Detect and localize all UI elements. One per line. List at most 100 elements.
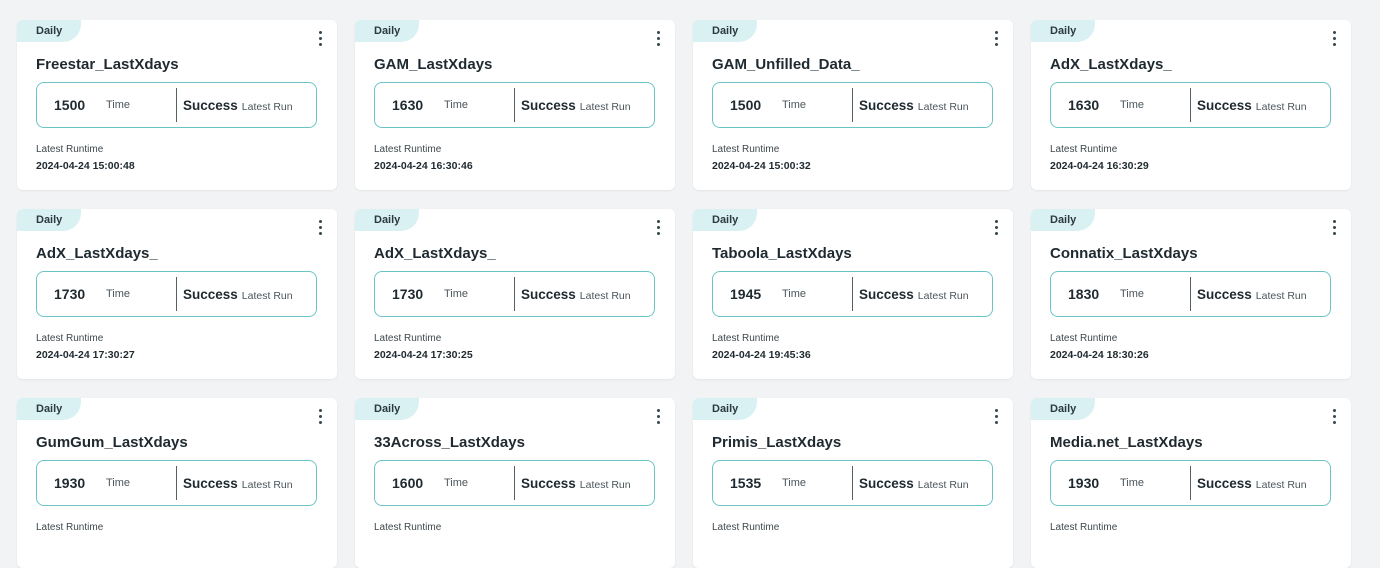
run-status-label: Latest Run	[1255, 100, 1307, 113]
more-vertical-icon[interactable]	[1327, 28, 1341, 48]
schedule-time: 1500 Time	[713, 88, 853, 122]
latest-runtime-label: Latest Runtime	[36, 522, 104, 533]
latest-run: Success Latest Run	[515, 287, 631, 302]
more-vertical-icon[interactable]	[313, 217, 327, 237]
run-status: Success	[1197, 475, 1252, 491]
latest-runtime-label: Latest Runtime	[712, 144, 780, 155]
latest-runtime-label: Latest Runtime	[1050, 333, 1118, 344]
latest-runtime-value: 2024-04-24 17:30:25	[374, 349, 473, 361]
kebab-dot	[1332, 408, 1336, 412]
more-vertical-icon[interactable]	[313, 28, 327, 48]
time-value: 1730	[392, 286, 424, 302]
run-status: Success	[183, 286, 238, 302]
latest-run: Success Latest Run	[1191, 98, 1307, 113]
more-vertical-icon[interactable]	[651, 28, 665, 48]
latest-runtime-value: 2024-04-24 15:00:48	[36, 160, 135, 172]
job-card[interactable]: Daily Connatix_LastXdays 1830 Time Succe…	[1031, 209, 1351, 379]
run-summary-box: 1830 Time Success Latest Run	[1050, 271, 1331, 317]
run-status-label: Latest Run	[579, 478, 631, 491]
time-label: Time	[444, 99, 469, 111]
kebab-dot	[1332, 225, 1336, 229]
kebab-dot	[1332, 42, 1336, 46]
frequency-badge: Daily	[17, 209, 81, 231]
more-vertical-icon[interactable]	[989, 406, 1003, 426]
job-card[interactable]: Daily 33Across_LastXdays 1600 Time Succe…	[355, 398, 675, 568]
job-card[interactable]: Daily Primis_LastXdays 1535 Time Success…	[693, 398, 1013, 568]
time-label: Time	[444, 288, 469, 300]
time-value: 1930	[54, 475, 86, 491]
run-status: Success	[1197, 97, 1252, 113]
run-status-label: Latest Run	[241, 289, 293, 302]
frequency-badge: Daily	[693, 398, 757, 420]
more-vertical-icon[interactable]	[989, 28, 1003, 48]
latest-runtime-value: 2024-04-24 15:00:32	[712, 160, 811, 172]
time-label: Time	[782, 288, 807, 300]
time-label: Time	[1120, 288, 1145, 300]
run-status: Success	[521, 286, 576, 302]
time-label: Time	[782, 99, 807, 111]
more-vertical-icon[interactable]	[1327, 217, 1341, 237]
run-status: Success	[183, 475, 238, 491]
more-vertical-icon[interactable]	[989, 217, 1003, 237]
kebab-dot	[1332, 231, 1336, 235]
run-status: Success	[521, 97, 576, 113]
kebab-dot	[994, 30, 998, 34]
schedule-time: 1945 Time	[713, 277, 853, 311]
kebab-dot	[656, 414, 660, 418]
job-card[interactable]: Daily Taboola_LastXdays 1945 Time Succes…	[693, 209, 1013, 379]
latest-runtime-value: 2024-04-24 18:30:26	[1050, 349, 1149, 361]
frequency-badge: Daily	[1031, 20, 1095, 42]
run-status-label: Latest Run	[1255, 289, 1307, 302]
job-card[interactable]: Daily GAM_Unfilled_Data_ 1500 Time Succe…	[693, 20, 1013, 190]
schedule-time: 1630 Time	[1051, 88, 1191, 122]
latest-run: Success Latest Run	[853, 476, 969, 491]
latest-run: Success Latest Run	[515, 98, 631, 113]
run-status: Success	[859, 97, 914, 113]
run-summary-box: 1600 Time Success Latest Run	[374, 460, 655, 506]
run-summary-box: 1500 Time Success Latest Run	[36, 82, 317, 128]
run-status-label: Latest Run	[241, 100, 293, 113]
time-value: 1535	[730, 475, 762, 491]
job-name: Taboola_LastXdays	[712, 245, 852, 262]
latest-runtime-value: 2024-04-24 16:30:29	[1050, 160, 1149, 172]
latest-runtime-label: Latest Runtime	[36, 144, 104, 155]
more-vertical-icon[interactable]	[651, 217, 665, 237]
run-summary-box: 1500 Time Success Latest Run	[712, 82, 993, 128]
frequency-badge: Daily	[1031, 209, 1095, 231]
job-card[interactable]: Daily Media.net_LastXdays 1930 Time Succ…	[1031, 398, 1351, 568]
kebab-dot	[994, 420, 998, 424]
time-label: Time	[1120, 477, 1145, 489]
job-card[interactable]: Daily AdX_LastXdays_ 1730 Time Success L…	[355, 209, 675, 379]
run-status-label: Latest Run	[917, 478, 969, 491]
more-vertical-icon[interactable]	[651, 406, 665, 426]
latest-run: Success Latest Run	[853, 98, 969, 113]
kebab-dot	[994, 414, 998, 418]
kebab-dot	[318, 420, 322, 424]
run-summary-box: 1730 Time Success Latest Run	[36, 271, 317, 317]
latest-run: Success Latest Run	[177, 287, 293, 302]
job-card[interactable]: Daily GAM_LastXdays 1630 Time Success La…	[355, 20, 675, 190]
latest-runtime-label: Latest Runtime	[374, 144, 442, 155]
job-card[interactable]: Daily AdX_LastXdays_ 1630 Time Success L…	[1031, 20, 1351, 190]
latest-runtime-label: Latest Runtime	[374, 333, 442, 344]
time-label: Time	[1120, 99, 1145, 111]
time-value: 1830	[1068, 286, 1100, 302]
kebab-dot	[994, 36, 998, 40]
job-name: AdX_LastXdays_	[1050, 56, 1172, 73]
job-name: GAM_Unfilled_Data_	[712, 56, 860, 73]
job-card[interactable]: Daily GumGum_LastXdays 1930 Time Success…	[17, 398, 337, 568]
job-card[interactable]: Daily AdX_LastXdays_ 1730 Time Success L…	[17, 209, 337, 379]
time-label: Time	[782, 477, 807, 489]
kebab-dot	[1332, 30, 1336, 34]
more-vertical-icon[interactable]	[1327, 406, 1341, 426]
job-card[interactable]: Daily Freestar_LastXdays 1500 Time Succe…	[17, 20, 337, 190]
job-name: Media.net_LastXdays	[1050, 434, 1203, 451]
run-status: Success	[521, 475, 576, 491]
time-value: 1500	[54, 97, 86, 113]
latest-runtime-label: Latest Runtime	[1050, 144, 1118, 155]
more-vertical-icon[interactable]	[313, 406, 327, 426]
run-summary-box: 1930 Time Success Latest Run	[36, 460, 317, 506]
run-status-label: Latest Run	[1255, 478, 1307, 491]
time-value: 1500	[730, 97, 762, 113]
latest-runtime-label: Latest Runtime	[36, 333, 104, 344]
